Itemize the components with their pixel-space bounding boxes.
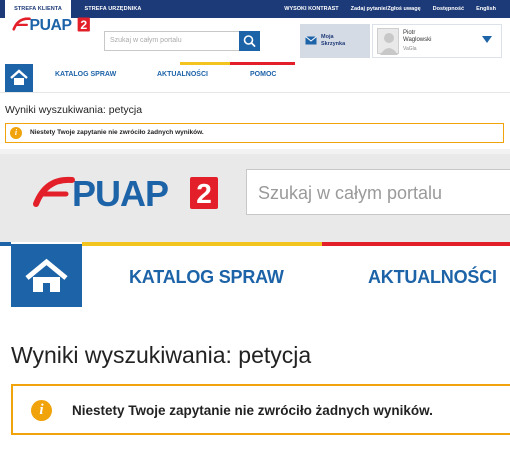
nav-stripe-yellow-zoomed (82, 242, 322, 246)
chevron-down-icon[interactable] (482, 36, 492, 43)
no-results-alert-zoomed: i Niestety Twoje zapytanie nie zwróciło … (11, 384, 510, 435)
nav-stripe-red (230, 62, 295, 65)
search-placeholder: Szukaj w całym portalu (110, 37, 182, 44)
svg-text:PUAP: PUAP (72, 173, 168, 212)
mail-icon (305, 36, 317, 45)
info-icon: i (10, 127, 22, 139)
high-contrast-link[interactable]: WYSOKI KONTRAST (284, 6, 338, 12)
avatar (377, 28, 399, 55)
nav-item-catalog-zoomed[interactable]: KATALOG SPRAW (129, 267, 284, 288)
english-link[interactable]: English (476, 6, 496, 12)
search-input-zoomed[interactable]: Szukaj w całym portalu (246, 169, 510, 215)
search-icon (243, 35, 256, 47)
user-menu[interactable]: Piotr Waglowski VaGla (372, 24, 502, 58)
search-button[interactable] (239, 31, 260, 51)
nav-item-news[interactable]: AKTUALNOŚCI (157, 71, 208, 78)
inbox-button[interactable]: Moja Skrzynka (300, 24, 370, 58)
search-placeholder-zoomed: Szukaj w całym portalu (258, 183, 443, 203)
alert-message-zoomed: Niestety Twoje zapytanie nie zwróciło ża… (72, 403, 433, 418)
page-title-zoomed: Wyniki wyszukiwania: petycja (11, 342, 312, 368)
home-button[interactable] (5, 64, 33, 92)
user-role: VaGla (403, 46, 417, 52)
epuap-logo-zoomed[interactable]: PUAP 2 (32, 172, 224, 212)
nav-separator (0, 92, 510, 93)
svg-text:PUAP: PUAP (30, 17, 72, 34)
epuap-logo[interactable]: PUAP 2 (12, 13, 96, 35)
nav-stripe-red-zoomed (322, 242, 510, 246)
nav-stripe-blue (0, 242, 11, 246)
alert-message: Niestety Twoje zapytanie nie zwróciło ża… (30, 129, 204, 136)
home-button-zoomed[interactable] (11, 244, 82, 307)
nav-item-help[interactable]: POMOC (250, 71, 276, 78)
inbox-label: Moja Skrzynka (321, 34, 346, 47)
page-title: Wyniki wyszukiwania: petycja (5, 104, 143, 116)
home-icon (25, 258, 68, 292)
nav-item-news-zoomed[interactable]: AKTUALNOŚCI (368, 267, 497, 288)
top-links: WYSOKI KONTRAST Zadaj pytanie/Zgłoś uwag… (284, 0, 496, 18)
logo-badge: 2 (80, 18, 87, 32)
info-icon: i (31, 400, 52, 421)
home-icon (10, 69, 28, 85)
user-name: Piotr Waglowski (403, 30, 432, 43)
user-icon (380, 33, 398, 55)
nav-item-catalog[interactable]: KATALOG SPRAW (55, 71, 116, 78)
logo-badge-zoomed: 2 (196, 178, 212, 209)
ask-question-link[interactable]: Zadaj pytanie/Zgłoś uwagę (351, 6, 421, 12)
no-results-alert: i Niestety Twoje zapytanie nie zwróciło … (5, 123, 504, 143)
accessibility-link[interactable]: Dostępność (433, 6, 464, 12)
search-input[interactable]: Szukaj w całym portalu (104, 31, 260, 51)
